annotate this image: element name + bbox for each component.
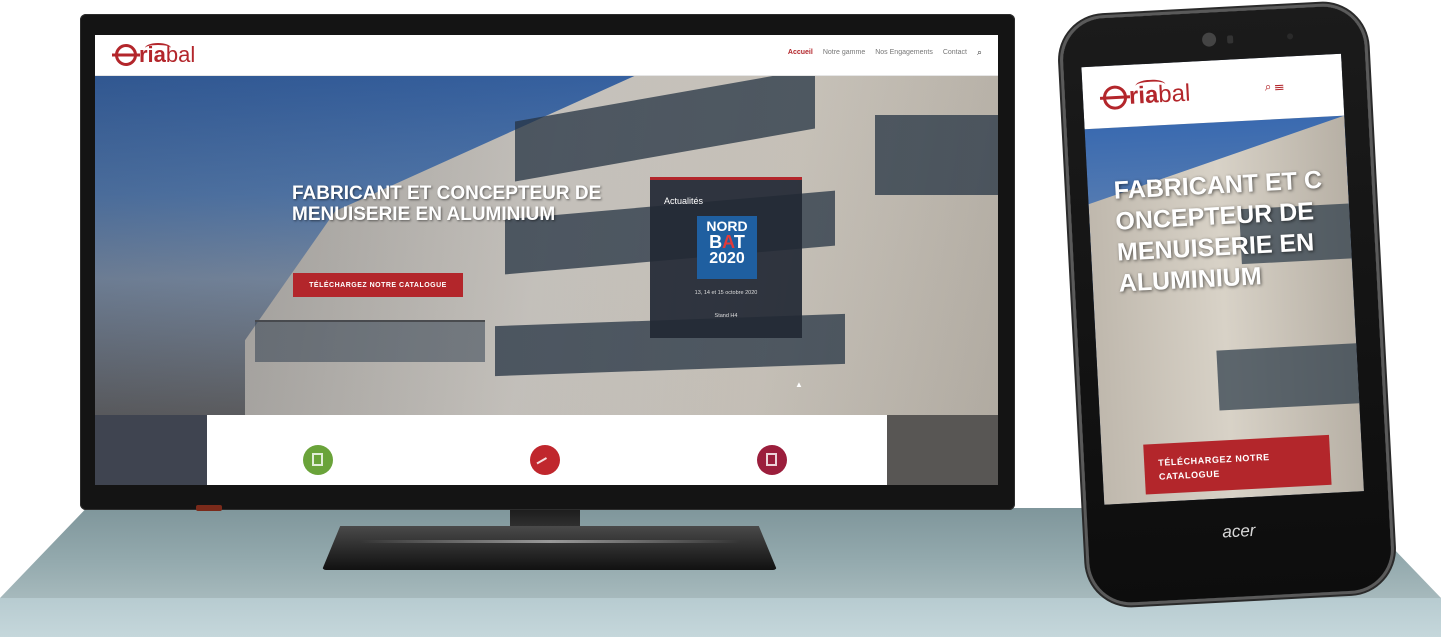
mobile-logo-o-mark — [1102, 84, 1128, 111]
site-header: ria bal Accueil Notre gamme Nos Engageme… — [95, 35, 998, 76]
main-nav: Accueil Notre gamme Nos Engagements Cont… — [788, 47, 982, 58]
hero-title: FABRICANT ET CONCEPTEUR DE MENUISERIE EN… — [292, 183, 602, 225]
phone-camera — [1201, 32, 1217, 47]
download-catalogue-button[interactable]: TÉLÉCHARGEZ NOTRE CATALOGUE — [293, 273, 463, 297]
window-icon[interactable] — [303, 445, 333, 475]
nordbat-letter-b: B — [709, 232, 723, 252]
news-panel[interactable]: Actualités NORD BAT 2020 13, 14 et 15 oc… — [650, 177, 802, 338]
hero-bottom-right — [887, 415, 998, 485]
nav-item-contact[interactable]: Contact — [943, 49, 967, 58]
phone-brand-logo: acer — [1221, 520, 1256, 542]
nordbat-logo: NORD BAT 2020 — [697, 216, 757, 279]
news-heading: Actualités — [664, 196, 704, 206]
desktop-screen: ria bal Accueil Notre gamme Nos Engageme… — [95, 35, 998, 485]
phone-sensor — [1286, 33, 1294, 40]
news-dates: 13, 14 et 15 octobre 2020 — [694, 290, 758, 296]
phone-device: ria bal ⌕ ☰ FABRICANT ET CONCEPTEUR DE M… — [1060, 4, 1394, 605]
logo-o-mark — [115, 44, 137, 66]
search-icon[interactable]: ⌕ — [977, 47, 982, 58]
hero-bottom-left — [95, 415, 207, 485]
nordbat-logo-year: 2020 — [709, 250, 745, 267]
logo-arc — [145, 43, 171, 53]
door-icon[interactable] — [757, 445, 787, 475]
mobile-hero-title: FABRICANT ET CONCEPTEUR DE MENUISERIE EN… — [1113, 165, 1323, 298]
mobile-download-catalogue-button[interactable]: TÉLÉCHARGEZ NOTRE CATALOGUE — [1143, 434, 1332, 495]
mobile-search-icon[interactable]: ⌕ — [1264, 79, 1271, 93]
features-band — [207, 415, 887, 485]
mouse-cursor-icon: ▲ — [795, 380, 803, 389]
shelf-front — [0, 598, 1441, 637]
monitor-stand-base — [322, 526, 777, 570]
nordbat-letter-a: A — [722, 232, 734, 252]
mobile-site-logo[interactable]: ria bal — [1102, 78, 1191, 113]
mobile-header-icons: ⌕ ☰ — [1264, 79, 1284, 95]
nordbat-logo-bat: BAT — [697, 233, 757, 251]
hero-overlay — [95, 75, 998, 415]
hamburger-icon[interactable]: ☰ — [1274, 79, 1284, 93]
phone-speaker — [1226, 35, 1234, 44]
mobile-screen: ria bal ⌕ ☰ FABRICANT ET CONCEPTEUR DE M… — [1081, 53, 1364, 505]
nav-item-notre-gamme[interactable]: Notre gamme — [823, 49, 865, 58]
monitor-power-led — [196, 505, 222, 511]
nordbat-letter-t: T — [733, 232, 745, 252]
mobile-building-glass-lower — [1216, 343, 1360, 411]
site-logo[interactable]: ria bal — [115, 42, 195, 68]
mobile-logo-arc — [1135, 78, 1166, 92]
sliding-icon[interactable] — [530, 445, 560, 475]
nordbat-logo-nord: NORD — [706, 218, 748, 234]
monitor-stand-highlight — [360, 540, 740, 543]
news-stand: Stand H4 — [714, 313, 738, 319]
nav-item-accueil[interactable]: Accueil — [788, 49, 813, 58]
nav-item-nos-engagements[interactable]: Nos Engagements — [875, 49, 933, 58]
